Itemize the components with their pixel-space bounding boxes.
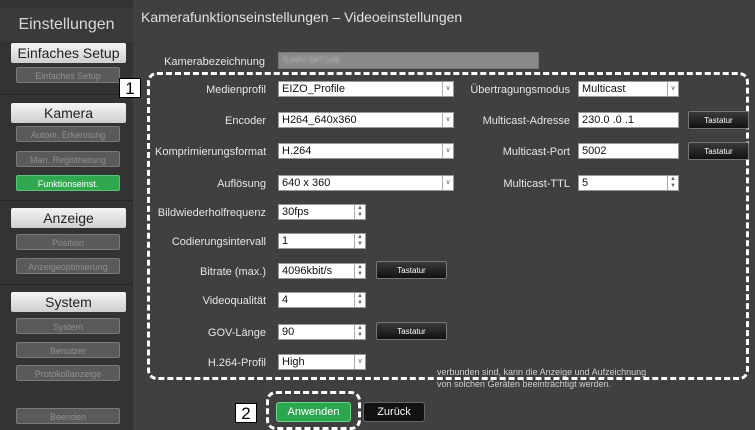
sidebar-item-autom-erkennung[interactable]: Autom. Erkennung bbox=[16, 126, 120, 142]
mc-port-label: Multicast-Port bbox=[502, 146, 570, 158]
back-button[interactable]: Zurück bbox=[363, 402, 425, 422]
app-title: Einstellungen bbox=[0, 8, 133, 42]
h264profile-value: High bbox=[282, 356, 305, 368]
chevron-down-icon: ∨ bbox=[354, 355, 365, 369]
sidebar-divider bbox=[0, 284, 133, 285]
gov-label: GOV-Länge bbox=[207, 327, 266, 339]
medienprofil-label: Medienprofil bbox=[206, 84, 266, 96]
chevron-down-icon: ∨ bbox=[442, 144, 453, 158]
section-heading-anzeige: Anzeige bbox=[11, 208, 126, 228]
medienprofil-value: EIZO_Profile bbox=[282, 83, 345, 95]
spinner-arrows-icon: ▲ ▼ bbox=[354, 293, 365, 307]
gov-value: 90 bbox=[282, 326, 295, 338]
encoder-value: H264_640x360 bbox=[282, 114, 357, 126]
note-line-1: verbunden sind, kann die Anzeige und Auf… bbox=[437, 367, 647, 377]
sidebar-item-man-registrierung[interactable]: Man. Registrierung bbox=[16, 151, 120, 167]
framerate-value: 30fps bbox=[282, 206, 309, 218]
mc-address-label: Multicast-Adresse bbox=[482, 115, 570, 127]
sidebar-item-protokollanzeige[interactable]: Protokollanzeige bbox=[16, 365, 120, 381]
sidebar: Einstellungen Einfaches Setup Einfaches … bbox=[0, 0, 133, 430]
sidebar-item-position[interactable]: Position bbox=[16, 234, 120, 250]
mc-address-keyboard-button[interactable]: Tastatur bbox=[688, 111, 749, 129]
gov-spinner[interactable]: 90 ▲ ▼ bbox=[278, 324, 366, 340]
bitrate-value: 4096kbit/s bbox=[282, 265, 333, 277]
sidebar-item-funktionseinst[interactable]: Funktionseinst. bbox=[16, 175, 120, 191]
komprimierung-value: H.264 bbox=[282, 145, 312, 157]
bitrate-label: Bitrate (max.) bbox=[199, 266, 266, 278]
aufloesung-select[interactable]: 640 x 360 ∨ bbox=[278, 175, 454, 191]
interval-label: Codierungsintervall bbox=[171, 236, 266, 248]
mc-address-input[interactable]: 230.0 .0 .1 bbox=[578, 112, 679, 128]
section-heading-system: System bbox=[11, 292, 126, 312]
mc-ttl-label: Multicast-TTL bbox=[503, 178, 570, 190]
apply-button[interactable]: Anwenden bbox=[276, 402, 351, 422]
spinner-arrows-icon: ▲ ▼ bbox=[354, 325, 365, 339]
note-line-2: von solchen Geräten beeinträchtigt werde… bbox=[437, 379, 612, 389]
aufloesung-label: Auflösung bbox=[217, 178, 266, 190]
quality-value: 4 bbox=[282, 294, 289, 306]
spinner-arrows-icon: ▲ ▼ bbox=[354, 205, 365, 219]
page-title: Kamerafunktionseinstellungen – Videoeins… bbox=[141, 9, 463, 25]
mc-port-value: 5002 bbox=[582, 145, 607, 157]
medienprofil-select[interactable]: EIZO_Profile ∨ bbox=[278, 81, 454, 97]
uebertragung-label: Übertragungsmodus bbox=[470, 84, 570, 96]
spinner-arrows-icon: ▲ ▼ bbox=[354, 264, 365, 278]
camera-name-value: *L##V-5#T1#8 bbox=[282, 55, 340, 65]
uebertragung-value: Multicast bbox=[582, 83, 626, 95]
uebertragung-select[interactable]: Multicast ∨ bbox=[578, 81, 679, 97]
exit-button[interactable]: Beenden bbox=[16, 408, 120, 424]
spinner-arrows-icon: ▲ ▼ bbox=[667, 176, 678, 190]
sidebar-item-benutzer[interactable]: Benutzer bbox=[16, 342, 120, 358]
sidebar-item-anzeigeoptimierung[interactable]: Anzeigeoptimierung bbox=[16, 258, 120, 274]
callout-marker-2: 2 bbox=[235, 403, 257, 423]
framerate-label: Bildwiederholfrequenz bbox=[157, 207, 266, 219]
chevron-down-icon: ∨ bbox=[442, 176, 453, 190]
h264profile-label: H.264-Profil bbox=[207, 357, 266, 369]
bitrate-spinner[interactable]: 4096kbit/s ▲ ▼ bbox=[278, 263, 366, 279]
interval-value: 1 bbox=[282, 235, 289, 247]
section-heading-setup: Einfaches Setup bbox=[11, 43, 126, 63]
section-heading-kamera: Kamera bbox=[11, 103, 126, 123]
komprimierung-select[interactable]: H.264 ∨ bbox=[278, 143, 454, 159]
interval-spinner[interactable]: 1 ▲ ▼ bbox=[278, 233, 366, 249]
mc-address-value: 230.0 .0 .1 bbox=[582, 114, 634, 126]
sidebar-divider bbox=[0, 94, 133, 95]
spinner-arrows-icon: ▲ ▼ bbox=[354, 234, 365, 248]
chevron-down-icon: ∨ bbox=[442, 82, 453, 96]
callout-marker-1: 1 bbox=[119, 78, 141, 98]
quality-label: Videoqualität bbox=[202, 295, 266, 307]
quality-spinner[interactable]: 4 ▲ ▼ bbox=[278, 292, 366, 308]
network-note: verbunden sind, kann die Anzeige und Auf… bbox=[437, 366, 737, 390]
mc-ttl-value: 5 bbox=[582, 177, 589, 189]
bitrate-keyboard-button[interactable]: Tastatur bbox=[376, 261, 447, 279]
encoder-label: Encoder bbox=[225, 115, 266, 127]
framerate-spinner[interactable]: 30fps ▲ ▼ bbox=[278, 204, 366, 220]
aufloesung-value: 640 x 360 bbox=[282, 177, 331, 189]
sidebar-item-system[interactable]: System bbox=[16, 318, 120, 334]
mc-ttl-spinner[interactable]: 5 ▲ ▼ bbox=[578, 175, 679, 191]
mc-port-keyboard-button[interactable]: Tastatur bbox=[688, 142, 749, 160]
encoder-select[interactable]: H264_640x360 ∨ bbox=[278, 112, 454, 128]
camera-name-label: Kamerabezeichnung bbox=[164, 56, 265, 68]
sidebar-item-einfaches-setup[interactable]: Einfaches Setup bbox=[16, 67, 120, 83]
komprimierung-label: Komprimierungsformat bbox=[155, 146, 267, 158]
chevron-down-icon: ∨ bbox=[667, 82, 678, 96]
camera-name-field: *L##V-5#T1#8 bbox=[278, 52, 539, 69]
h264profile-select[interactable]: High ∨ bbox=[278, 354, 366, 370]
chevron-down-icon: ∨ bbox=[442, 113, 453, 127]
gov-keyboard-button[interactable]: Tastatur bbox=[376, 322, 447, 340]
mc-port-input[interactable]: 5002 bbox=[578, 143, 679, 159]
sidebar-divider bbox=[0, 200, 133, 201]
